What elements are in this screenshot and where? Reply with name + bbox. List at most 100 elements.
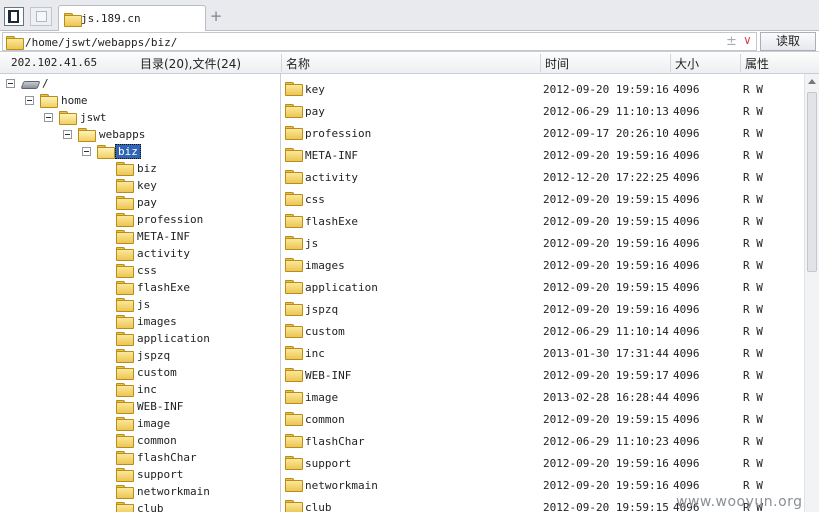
table-row[interactable]: META-INF 2012-09-20 19:59:16 4096 R W <box>282 143 804 165</box>
tree-label: flashExe <box>137 281 190 294</box>
scroll-up-icon[interactable] <box>808 79 816 84</box>
cell-name: common <box>305 413 345 426</box>
cell-size: 4096 <box>673 325 700 338</box>
table-row[interactable]: pay 2012-06-29 11:10:13 4096 R W <box>282 99 804 121</box>
path-input[interactable]: /home/jswt/webapps/biz/ ± ∨ <box>2 32 757 51</box>
cell-name: club <box>305 501 332 512</box>
cell-attr: R W <box>743 347 763 360</box>
tree-node[interactable]: common <box>0 433 280 450</box>
collapse-icon[interactable] <box>44 113 53 122</box>
tree-node[interactable]: club <box>0 501 280 512</box>
tree-label: home <box>61 94 88 107</box>
cell-size: 4096 <box>673 413 700 426</box>
cell-time: 2012-09-20 19:59:15 <box>543 215 669 228</box>
table-row[interactable]: WEB-INF 2012-09-20 19:59:17 4096 R W <box>282 363 804 385</box>
tree-node[interactable]: image <box>0 416 280 433</box>
folder-icon <box>116 349 134 363</box>
collapse-icon[interactable] <box>63 130 72 139</box>
divider <box>740 54 741 72</box>
table-row[interactable]: key 2012-09-20 19:59:16 4096 R W <box>282 77 804 99</box>
collapse-icon[interactable] <box>25 96 34 105</box>
read-button[interactable]: 读取 <box>760 32 816 51</box>
tree-node-home[interactable]: home <box>0 93 280 110</box>
table-row[interactable]: application 2012-09-20 19:59:15 4096 R W <box>282 275 804 297</box>
tree-node[interactable]: support <box>0 467 280 484</box>
scroll-thumb[interactable] <box>807 92 817 272</box>
drive-icon <box>22 79 38 88</box>
cell-time: 2013-02-28 16:28:44 <box>543 391 669 404</box>
cell-size: 4096 <box>673 259 700 272</box>
col-attr-header[interactable]: 属性 <box>745 55 769 72</box>
cell-time: 2013-01-30 17:31:44 <box>543 347 669 360</box>
table-row[interactable]: image 2013-02-28 16:28:44 4096 R W <box>282 385 804 407</box>
tree-label: key <box>137 179 157 192</box>
col-size-header[interactable]: 大小 <box>675 55 699 72</box>
table-row[interactable]: support 2012-09-20 19:59:16 4096 R W <box>282 451 804 473</box>
cell-name: js <box>305 237 319 250</box>
plus-minus-icon[interactable]: ± <box>726 34 737 49</box>
tree-node[interactable]: pay <box>0 195 280 212</box>
divider <box>281 54 282 72</box>
add-tab-button[interactable]: + <box>209 7 223 25</box>
tree-node-jswt[interactable]: jswt <box>0 110 280 127</box>
folder-icon <box>285 192 303 206</box>
cell-time: 2012-09-20 19:59:16 <box>543 457 669 470</box>
tree-node[interactable]: flashExe <box>0 280 280 297</box>
cell-size: 4096 <box>673 237 700 250</box>
sidebar-toggle-button[interactable] <box>4 7 24 26</box>
window-icon <box>36 11 47 22</box>
tree-node[interactable]: css <box>0 263 280 280</box>
collapse-icon[interactable] <box>6 79 15 88</box>
tree-node[interactable]: META-INF <box>0 229 280 246</box>
vertical-scrollbar[interactable] <box>804 74 819 512</box>
cell-time: 2012-09-20 19:59:16 <box>543 237 669 250</box>
table-row[interactable]: activity 2012-12-20 17:22:25 4096 R W <box>282 165 804 187</box>
table-row[interactable]: flashExe 2012-09-20 19:59:15 4096 R W <box>282 209 804 231</box>
tree-node[interactable]: activity <box>0 246 280 263</box>
cell-attr: R W <box>743 237 763 250</box>
tree-node[interactable]: application <box>0 331 280 348</box>
col-time-header[interactable]: 时间 <box>545 55 569 72</box>
table-row[interactable]: images 2012-09-20 19:59:16 4096 R W <box>282 253 804 275</box>
tree-node-biz-selected[interactable]: biz <box>0 144 280 161</box>
col-name-header[interactable]: 名称 <box>286 55 310 72</box>
tree-node-root[interactable]: / <box>0 76 280 93</box>
folder-icon <box>285 236 303 250</box>
folder-icon <box>285 456 303 470</box>
table-row[interactable]: js 2012-09-20 19:59:16 4096 R W <box>282 231 804 253</box>
tab-bar: js.189.cn + <box>0 0 819 31</box>
table-row[interactable]: common 2012-09-20 19:59:15 4096 R W <box>282 407 804 429</box>
cell-size: 4096 <box>673 479 700 492</box>
tree-node[interactable]: flashChar <box>0 450 280 467</box>
table-row[interactable]: profession 2012-09-17 20:26:10 4096 R W <box>282 121 804 143</box>
tree-node[interactable]: WEB-INF <box>0 399 280 416</box>
table-row[interactable]: custom 2012-06-29 11:10:14 4096 R W <box>282 319 804 341</box>
tree-node[interactable]: key <box>0 178 280 195</box>
tree-node[interactable]: images <box>0 314 280 331</box>
table-row[interactable]: inc 2013-01-30 17:31:44 4096 R W <box>282 341 804 363</box>
tree-node[interactable]: js <box>0 297 280 314</box>
tree-label: jspzq <box>137 349 171 362</box>
cell-size: 4096 <box>673 149 700 162</box>
cell-name: support <box>305 457 352 470</box>
tree-node[interactable]: inc <box>0 382 280 399</box>
tree-node[interactable]: profession <box>0 212 280 229</box>
tree-node[interactable]: biz <box>0 161 280 178</box>
cell-size: 4096 <box>673 369 700 382</box>
table-row[interactable]: networkmain 2012-09-20 19:59:16 4096 R W <box>282 473 804 495</box>
table-row[interactable]: jspzq 2012-09-20 19:59:16 4096 R W <box>282 297 804 319</box>
tree-node[interactable]: jspzq <box>0 348 280 365</box>
chevron-down-icon[interactable]: ∨ <box>743 33 752 47</box>
folder-icon <box>116 485 134 499</box>
tree-node-webapps[interactable]: webapps <box>0 127 280 144</box>
tree-node[interactable]: networkmain <box>0 484 280 501</box>
tree-node[interactable]: custom <box>0 365 280 382</box>
tab-site[interactable]: js.189.cn <box>58 5 206 31</box>
new-window-button[interactable] <box>30 7 52 26</box>
folder-icon <box>285 390 303 404</box>
cell-size: 4096 <box>673 391 700 404</box>
table-row[interactable]: css 2012-09-20 19:59:15 4096 R W <box>282 187 804 209</box>
collapse-icon[interactable] <box>82 147 91 156</box>
table-row[interactable]: flashChar 2012-06-29 11:10:23 4096 R W <box>282 429 804 451</box>
cell-size: 4096 <box>673 105 700 118</box>
